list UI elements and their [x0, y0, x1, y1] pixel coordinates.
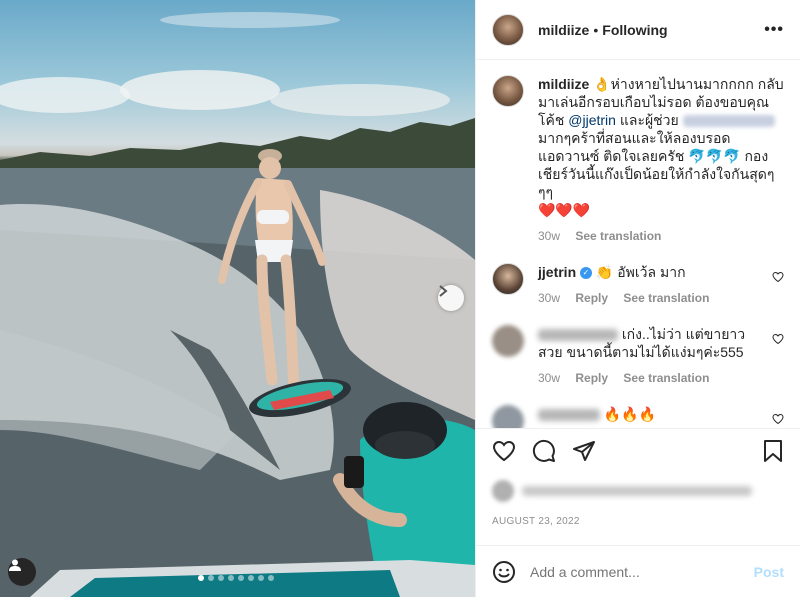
post-comment-button[interactable]: Post: [754, 564, 784, 580]
caption-avatar[interactable]: [492, 75, 524, 107]
caption-meta: 30w See translation: [538, 227, 784, 245]
blurred-likes-text: [522, 486, 752, 496]
blurred-username: [538, 409, 600, 422]
carousel-indicator: [198, 575, 274, 581]
more-options-icon[interactable]: •••: [764, 21, 784, 39]
post-photo[interactable]: [0, 0, 475, 597]
author-username[interactable]: mildiize: [538, 22, 589, 38]
see-translation-button[interactable]: See translation: [623, 371, 709, 385]
commenter-avatar[interactable]: [492, 325, 524, 357]
commenter-username[interactable]: jjetrin: [538, 264, 576, 280]
blurred-mention: [682, 115, 775, 128]
comment-item: 🔥🔥🔥: [492, 405, 784, 428]
bookmark-icon[interactable]: [762, 439, 784, 463]
like-comment-heart-icon[interactable]: [772, 413, 784, 425]
blurred-username: [538, 329, 618, 342]
reply-button[interactable]: Reply: [575, 291, 608, 305]
post-actions: [476, 428, 800, 473]
carousel-dot: [228, 575, 234, 581]
follow-status-button[interactable]: Following: [602, 22, 667, 38]
carousel-dot: [258, 575, 264, 581]
author-avatar[interactable]: [492, 13, 524, 46]
post-caption: mildiize 👌ห่างหายไปนานมากกกก กลับมาเล่นอ…: [492, 75, 784, 245]
like-heart-icon[interactable]: [492, 439, 516, 463]
comment-time: 30w: [538, 371, 561, 385]
header-separator: •: [593, 21, 599, 38]
comment-text: 🔥🔥🔥: [603, 406, 657, 422]
like-comment-heart-icon[interactable]: [772, 333, 784, 345]
post-sidebar: mildiize • Following ••• mildiize 👌ห่างห…: [475, 0, 800, 597]
wakesurf-scene: [0, 12, 475, 597]
carousel-dot: [198, 575, 204, 581]
liker-avatar: [492, 480, 514, 502]
person-icon: [9, 559, 21, 571]
carousel-dot: [268, 575, 274, 581]
commenter-avatar[interactable]: [492, 263, 524, 295]
post-header: mildiize • Following •••: [476, 0, 800, 60]
comment-meta: 30w Reply See translation: [538, 289, 768, 307]
comment-meta: 30w Reply See translation: [538, 369, 768, 387]
share-send-icon[interactable]: [572, 439, 596, 463]
next-photo-button[interactable]: [438, 285, 464, 311]
carousel-dot: [238, 575, 244, 581]
caption-text-3: มากๆคร้าที่สอนและให้ลองบรอดแอดวานซ์ ติดใ…: [538, 130, 775, 200]
comment-item: เก่ง..ไม่ว่า แต่ขายาวสวย ขนาดนี้ตามไม่ได…: [492, 325, 784, 387]
see-translation-button[interactable]: See translation: [623, 291, 709, 305]
commenter-avatar[interactable]: [492, 405, 524, 428]
comment-text: 👏 อัพเว้ล มาก: [595, 264, 686, 280]
caption-hearts: ❤️❤️❤️: [538, 202, 591, 218]
caption-text-2: และผู้ช่วย: [619, 112, 679, 128]
chevron-right-icon: [439, 285, 448, 297]
caption-username[interactable]: mildiize: [538, 76, 589, 92]
comment-time: 30w: [538, 291, 561, 305]
comment-item: jjetrin ✓ 👏 อัพเว้ล มาก 30w Reply See tr…: [492, 263, 784, 307]
carousel-dot: [248, 575, 254, 581]
caption-time: 30w: [538, 229, 561, 243]
reply-button[interactable]: Reply: [575, 371, 608, 385]
comment-bubble-icon[interactable]: [532, 439, 556, 463]
like-comment-heart-icon[interactable]: [772, 271, 784, 283]
verified-badge-icon: ✓: [580, 267, 593, 280]
emoji-icon[interactable]: [492, 560, 516, 584]
user-tags-button[interactable]: [8, 558, 36, 586]
caption-mention-link[interactable]: @jjetrin: [568, 112, 616, 128]
likes-summary[interactable]: [492, 480, 782, 502]
post-date[interactable]: AUGUST 23, 2022: [492, 516, 580, 527]
carousel-dot: [218, 575, 224, 581]
comment-input[interactable]: [530, 563, 750, 580]
carousel-dot: [208, 575, 214, 581]
add-comment-bar: Post: [476, 545, 800, 597]
comments-list[interactable]: mildiize 👌ห่างหายไปนานมากกกก กลับมาเล่นอ…: [476, 61, 800, 428]
caption-see-translation[interactable]: See translation: [575, 229, 661, 243]
